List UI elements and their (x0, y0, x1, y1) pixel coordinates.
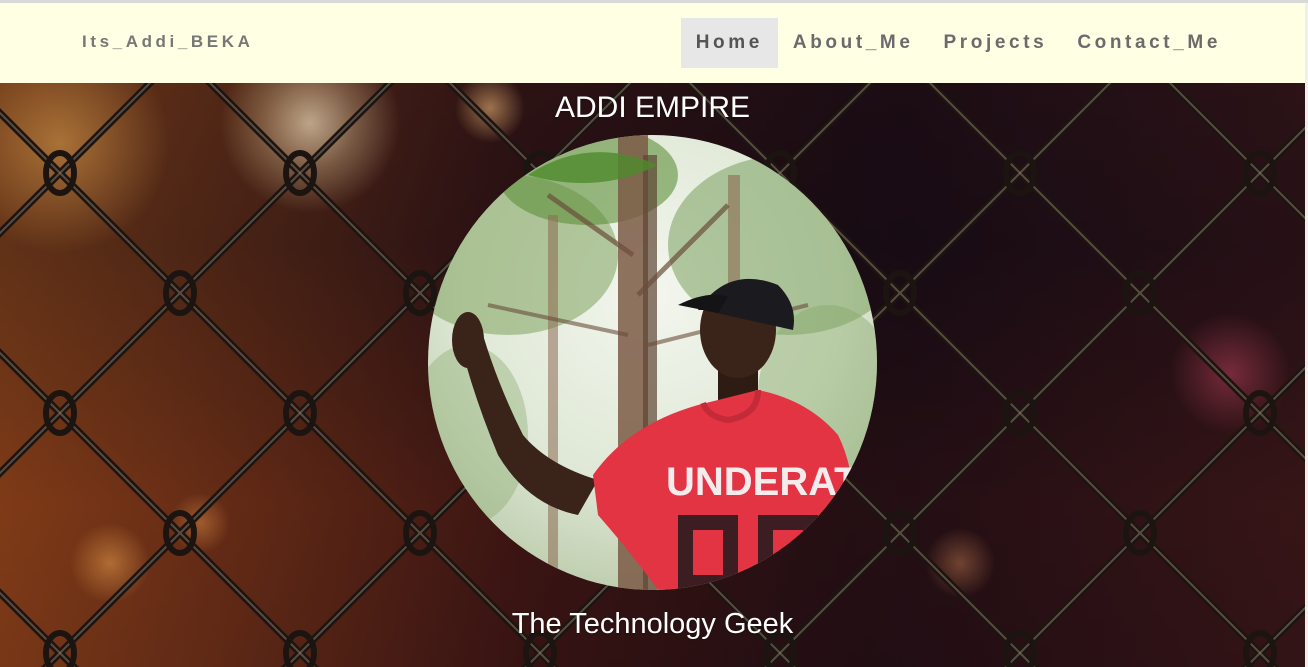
nav-item-about-me[interactable]: About_Me (778, 18, 929, 68)
brand-link[interactable]: Its_Addi_BEKA (82, 32, 254, 52)
nav-item-contact-me[interactable]: Contact_Me (1062, 18, 1236, 68)
hero-section: ADDI EMPIRE UNDERA The Technology Geek (0, 83, 1305, 667)
nav-item-home[interactable]: Home (680, 18, 778, 68)
nav-menu: Home About_Me Projects Contact_Me (680, 18, 1236, 68)
page: Its_Addi_BEKA Home About_Me Projects Con… (0, 0, 1308, 667)
navbar: Its_Addi_BEKA Home About_Me Projects Con… (0, 3, 1305, 83)
hero-title: ADDI EMPIRE (554, 91, 751, 124)
hero-subtitle: The Technology Geek (511, 608, 794, 640)
nav-item-projects[interactable]: Projects (929, 18, 1063, 68)
profile-photo-image: UNDERATED (428, 135, 877, 590)
profile-photo: UNDERATED (428, 135, 877, 590)
